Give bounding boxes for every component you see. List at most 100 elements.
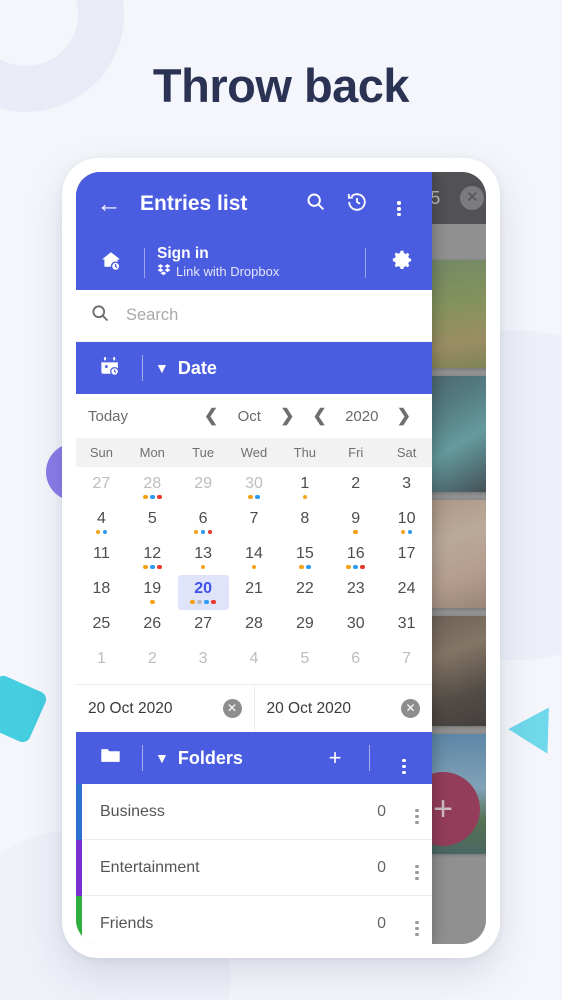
calendar-day[interactable]: 27 <box>76 470 127 505</box>
folder-row[interactable]: Entertainment 0 <box>76 839 432 896</box>
calendar-day[interactable]: 24 <box>381 575 432 610</box>
calendar-day-number: 17 <box>397 544 416 562</box>
calendar-day-dots <box>400 529 413 535</box>
app-bar: ← Entries list <box>76 172 432 236</box>
calendar-day[interactable]: 3 <box>381 470 432 505</box>
calendar-day[interactable]: 28 <box>229 610 280 645</box>
calendar-navigation: Today ❮ Oct ❯ ❮ 2020 ❯ <box>76 394 432 438</box>
calendar-day[interactable]: 1 <box>76 645 127 680</box>
calendar-day-dots <box>248 494 260 500</box>
history-icon[interactable] <box>336 191 378 218</box>
folders-overflow-button[interactable] <box>382 742 426 774</box>
calendar-day[interactable]: 22 <box>279 575 330 610</box>
folder-row[interactable]: Business 0 <box>76 784 432 840</box>
calendar-day-dots <box>193 529 213 535</box>
add-folder-button[interactable]: + <box>313 745 357 771</box>
clear-circle-icon[interactable]: ✕ <box>222 699 242 718</box>
calendar-day[interactable]: 23 <box>330 575 381 610</box>
calendar-day-number: 30 <box>346 614 365 632</box>
calendar-day-number: 22 <box>295 579 314 597</box>
chevron-down-icon[interactable]: ▼ <box>155 360 169 376</box>
calendar-day[interactable]: 28 <box>127 470 178 505</box>
calendar-day[interactable]: 17 <box>381 540 432 575</box>
search-input[interactable] <box>126 306 418 325</box>
calendar-day[interactable]: 4 <box>229 645 280 680</box>
next-year-button[interactable]: ❯ <box>388 406 420 426</box>
folder-name: Friends <box>100 914 154 932</box>
calendar-day[interactable]: 30 <box>229 470 280 505</box>
calendar-day[interactable]: 3 <box>178 645 229 680</box>
date-to-field[interactable]: 20 Oct 2020 ✕ <box>253 685 433 732</box>
divider <box>365 248 366 278</box>
entry-dot-orange <box>400 529 406 534</box>
folder-count: 0 <box>377 914 386 932</box>
calendar-day[interactable]: 26 <box>127 610 178 645</box>
entry-dot-red <box>360 564 365 569</box>
prev-month-button[interactable]: ❮ <box>195 406 227 426</box>
folder-row[interactable]: Friends 0 <box>76 895 432 944</box>
gear-icon[interactable] <box>378 248 426 278</box>
calendar-day[interactable]: 8 <box>279 505 330 540</box>
date-section-label: Date <box>177 357 217 378</box>
calendar-day[interactable]: 7 <box>229 505 280 540</box>
calendar-day[interactable]: 2 <box>127 645 178 680</box>
calendar-day[interactable]: 29 <box>178 470 229 505</box>
current-month-label: Oct <box>237 407 261 425</box>
calendar-day[interactable]: 30 <box>330 610 381 645</box>
search-icon[interactable] <box>294 191 336 217</box>
folder-name: Business <box>100 802 165 820</box>
calendar-day[interactable]: 11 <box>76 540 127 575</box>
calendar-day-number: 5 <box>300 649 310 667</box>
next-month-button[interactable]: ❯ <box>271 406 303 426</box>
calendar-day[interactable]: 5 <box>127 505 178 540</box>
dropbox-icon <box>157 263 171 280</box>
calendar-day[interactable]: 31 <box>381 610 432 645</box>
prev-year-button[interactable]: ❮ <box>304 406 336 426</box>
folder-overflow-button[interactable] <box>402 911 432 936</box>
calendar-day-number: 25 <box>92 614 111 632</box>
calendar-day[interactable]: 6 <box>330 645 381 680</box>
calendar-day[interactable]: 12 <box>127 540 178 575</box>
calendar-day[interactable]: 18 <box>76 575 127 610</box>
calendar-day[interactable]: 19 <box>127 575 178 610</box>
calendar-day[interactable]: 4 <box>76 505 127 540</box>
calendar-day-dots <box>302 494 308 500</box>
calendar-day[interactable]: 5 <box>279 645 330 680</box>
calendar-day-number: 12 <box>143 544 162 562</box>
calendar-day[interactable]: 13 <box>178 540 229 575</box>
entry-dot-orange <box>150 599 155 604</box>
calendar-grid: 27 28 29 30 1 2 3 4 5 6 7 8 9 10 11 12 13 14 15 16 17 18 19 20 2… <box>76 467 432 684</box>
folder-overflow-button[interactable] <box>402 855 432 880</box>
calendar-day[interactable]: 10 <box>381 505 432 540</box>
folder-overflow-button[interactable] <box>402 799 432 824</box>
date-from-value: 20 Oct 2020 <box>88 699 173 717</box>
calendar-day[interactable]: 29 <box>279 610 330 645</box>
date-from-field[interactable]: 20 Oct 2020 ✕ <box>76 685 254 732</box>
calendar-day[interactable]: 14 <box>229 540 280 575</box>
entry-dot-orange <box>346 564 351 569</box>
calendar-day[interactable]: 25 <box>76 610 127 645</box>
calendar-day[interactable]: 2 <box>330 470 381 505</box>
today-button[interactable]: Today <box>88 408 195 425</box>
calendar-day[interactable]: 6 <box>178 505 229 540</box>
account-strip[interactable]: Sign in Link with Dropbox <box>76 236 432 290</box>
calendar-day[interactable]: 27 <box>178 610 229 645</box>
calendar-day[interactable]: 16 <box>330 540 381 575</box>
overflow-menu-icon[interactable] <box>378 192 420 217</box>
calendar-day[interactable]: 21 <box>229 575 280 610</box>
entry-dot-blue <box>204 599 209 604</box>
arrow-left-icon[interactable]: ← <box>88 190 130 219</box>
entry-dot-blue <box>102 529 108 534</box>
calendar-day-selected[interactable]: 20 <box>177 575 229 610</box>
calendar-day[interactable]: 1 <box>279 470 330 505</box>
search-bar[interactable] <box>76 290 432 342</box>
calendar-day[interactable]: 9 <box>330 505 381 540</box>
chevron-down-icon[interactable]: ▼ <box>155 750 169 766</box>
date-section-header[interactable]: ▼ Date <box>76 342 432 394</box>
calendar-day[interactable]: 15 <box>279 540 330 575</box>
clear-circle-icon[interactable]: ✕ <box>401 699 420 718</box>
folders-section-header[interactable]: ▼ Folders + <box>76 732 432 784</box>
calendar-day[interactable]: 7 <box>381 645 432 680</box>
calendar-day-number: 30 <box>245 474 263 492</box>
weekday-header-row: Sun Mon Tue Wed Thu Fri Sat <box>76 438 432 467</box>
